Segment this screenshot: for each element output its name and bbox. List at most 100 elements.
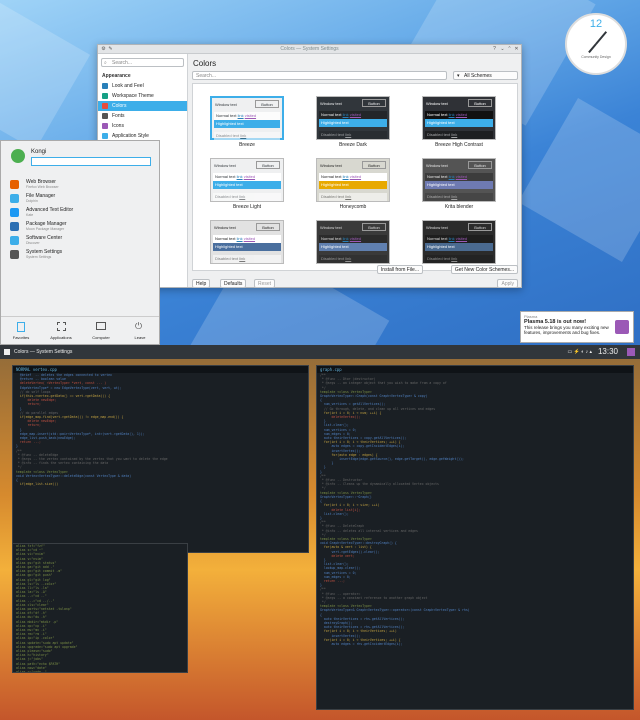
tray-icons[interactable]: ▭ ⚡ ◐ ♪ ▴ [567,345,592,359]
close-icon[interactable]: ✕ [514,47,519,52]
sidebar-item-label: Icons [112,123,124,129]
color-scheme-card[interactable]: Window text Button Normal text link visite… [422,96,496,148]
scheme-preview: Window text Button Normal text link visite… [422,220,496,264]
launcher-item[interactable]: File Manager Dolphin [10,193,150,205]
color-scheme-card[interactable]: Window text Button Normal text link visite… [210,96,284,148]
color-scheme-card[interactable]: Window text Button Normal text link visite… [316,96,390,148]
preview-window-text: Window text [320,225,342,230]
preview-window-text: Window text [320,163,342,168]
applications-icon[interactable] [57,322,66,331]
desktop-top: 12 Community Design ⚙ ✎ Colors — System … [0,0,640,345]
preview-window-text: Window text [214,163,236,168]
color-scheme-card[interactable]: Window text Button Normal text link visite… [422,158,496,210]
nav-computer[interactable]: Computer [86,335,116,340]
terminal-content: @brief -- deletes the edges connected to… [13,373,308,486]
launcher-item[interactable]: Package Manager Muon Package Manager [10,221,150,233]
launcher-search-input[interactable] [31,157,151,166]
preview-button: Button [256,161,280,169]
scheme-search-input[interactable]: Search... [192,71,447,80]
sidebar-search[interactable]: ⌕ Search... [101,58,184,67]
terminal-line: if(edge_list.size()) [16,482,59,487]
leave-icon[interactable]: ⏻ [135,321,142,332]
scheme-name: Honeycomb [339,204,367,210]
launcher-item[interactable]: System Settings System Settings [10,249,150,261]
sidebar-item-look-and-feel[interactable]: Look and Feel [98,81,187,91]
sidebar-list: Look and Feel Workspace Theme Colors Fonts I… [98,81,187,141]
sidebar-item-icons[interactable]: Icons [98,121,187,131]
preview-normal-text: Normal text link visited [213,235,281,243]
panel-clock[interactable]: 13:30 [598,345,618,359]
desktop-bottom: Colors — System Settings ▭ ⚡ ◐ ♪ ▴ 13:30… [0,345,640,720]
help-button[interactable]: Help [192,279,211,288]
defaults-label: Defaults [224,281,243,287]
get-new-schemes-button[interactable]: Get New Color Schemes... [450,265,518,274]
search-icon: ⌕ [104,60,107,66]
window-titlebar[interactable]: ⚙ ✎ Colors — System Settings ? ⌄ ⌃ ✕ [98,45,521,54]
preview-normal-text: Normal text link visited [319,173,387,181]
install-label: Install from File... [380,267,419,273]
preview-highlighted-text: Highlighted text [425,243,493,251]
color-scheme-card[interactable]: Window text Button Normal text link visite… [210,158,284,210]
computer-icon[interactable] [96,322,106,330]
launcher-item[interactable]: Software Center Discover [10,235,150,247]
install-from-file-button[interactable]: Install from File... [376,265,423,274]
help-icon[interactable]: ? [492,47,497,52]
nav-applications[interactable]: Applications [46,335,76,340]
preview-button: Button [255,100,279,108]
preview-normal-text: Normal text link visited [425,111,493,119]
sidebar-item-colors[interactable]: Colors [98,101,187,111]
terminal-line: alias c="code ." [16,670,47,673]
get-new-label: Get New Color Schemes... [454,267,514,273]
wallpaper-shape [0,0,91,151]
preview-normal-text: Normal text link visited [425,173,493,181]
terminal-bottom-left[interactable]: alias fzf="fzf" alias s="cd ~" alias vi="n… [12,543,188,673]
defaults-button[interactable]: Defaults [220,279,247,288]
color-scheme-card[interactable]: Window text Button Normal text link visite… [316,158,390,210]
sidebar-item-fonts[interactable]: Fonts [98,111,187,121]
sidebar-item-workspace-theme[interactable]: Workspace Theme [98,91,187,101]
preview-window-text: Window text [426,163,448,168]
preview-disabled-text: Disabled text link [425,255,493,263]
scheme-name: Breeze Dark [339,142,367,148]
nav-favorites[interactable]: Favorites [6,335,36,340]
minimize-icon[interactable]: ⌄ [500,47,505,52]
scheme-preview: Window text Button Normal text link visite… [210,220,284,264]
launcher-item[interactable]: Web Browser Firefox Web Browser [10,179,150,191]
clock-caption: Community Design [581,55,611,59]
preview-window-text: Window text [320,101,342,106]
launcher-item[interactable]: Advanced Text Editor Kate [10,207,150,219]
preview-highlighted-text: Highlighted text [319,119,387,127]
color-scheme-card[interactable]: Window text Button Normal text link visite… [422,220,496,264]
terminal-right[interactable]: graph.cpp /** * @func -- Dtor (destructo… [316,365,634,710]
bookmark-icon[interactable] [17,322,25,332]
sidebar-item-icon [102,133,108,139]
kde-connect-icon[interactable] [627,348,635,356]
clock-widget[interactable]: 12 Community Design [565,13,627,75]
preview-disabled-text: Disabled text link [425,131,493,139]
avatar[interactable] [11,149,25,163]
terminal-top-left[interactable]: NORMAL vertex.cpp @brief -- deletes the … [12,365,309,553]
reset-button[interactable]: Reset [254,279,276,288]
launcher-item-subtitle: Firefox Web Browser [26,185,59,189]
color-scheme-card[interactable]: Window text Button Normal text link visite… [316,220,390,264]
scheme-name: Breeze [239,142,255,148]
pin-icon[interactable]: ✎ [108,47,113,52]
nav-leave[interactable]: Leave [125,335,155,340]
preview-window-text: Window text [215,102,237,107]
scheme-name: Krita blender [444,204,474,210]
terminal-content: alias fzf="fzf" alias s="cd ~" alias vi="n… [13,544,187,673]
page-title: Colors [193,59,217,68]
app-icon [10,236,19,245]
filter-icon: ▾ [457,73,460,79]
notification-popup[interactable]: Plasma Plasma 5.18 is out now! This rele… [520,311,634,343]
scheme-filter-select[interactable]: ▾ All Schemes [453,71,518,80]
preview-normal-text: Normal text link visited [425,235,493,243]
preview-highlighted-text: Highlighted text [213,181,281,189]
sidebar-section-header: Appearance [102,73,131,79]
apply-button[interactable]: Apply [497,279,518,288]
preview-disabled-text: Disabled text link [214,132,280,140]
maximize-icon[interactable]: ⌃ [507,47,512,52]
app-icon [10,180,19,189]
color-scheme-card[interactable]: Window text Button Normal text link visite… [210,220,284,264]
menu-icon[interactable] [4,349,10,355]
